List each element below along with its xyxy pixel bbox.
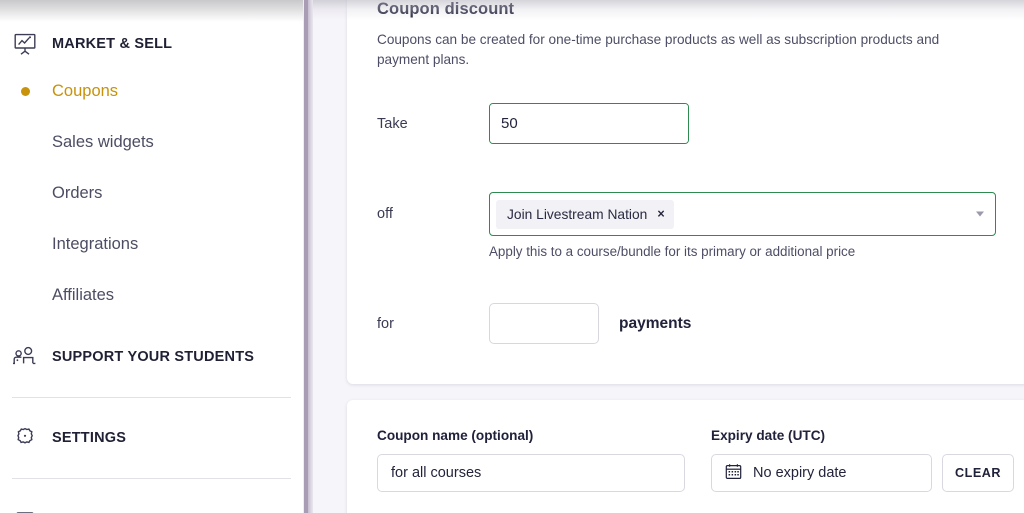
product-multiselect[interactable]: Join Livestream Nation × [489, 192, 996, 237]
payments-suffix-label: payments [619, 314, 692, 332]
card-description: Coupons can be created for one-time purc… [377, 32, 940, 67]
sidebar-section-label: SETTINGS [52, 430, 127, 446]
sidebar-item-label: Sales widgets [52, 133, 154, 151]
off-label: off [377, 206, 393, 223]
sidebar-item-integrations[interactable]: Integrations [0, 219, 303, 270]
sidebar-item-label: Coupons [52, 82, 119, 100]
expiry-date-label: Expiry date (UTC) [711, 428, 826, 443]
sidebar-item-affiliates[interactable]: Affiliates [0, 270, 303, 321]
sidebar-section-cutoff[interactable] [0, 499, 303, 513]
bullet-slot [8, 281, 42, 311]
expiry-date-value: No expiry date [753, 465, 847, 481]
take-input-group: % [489, 103, 689, 145]
coupon-name-input[interactable] [377, 454, 685, 492]
gear-icon [8, 423, 42, 453]
sidebar-section-support-students[interactable]: SUPPORT YOUR STUDENTS [0, 335, 303, 379]
coupon-details-card: Coupon name (optional) Expiry date (UTC) [347, 400, 1024, 513]
main-content: Coupon discount Coupons can be created f… [313, 0, 1024, 513]
sidebar-item-coupons[interactable]: Coupons [0, 66, 303, 117]
page-title: Coupon discount [377, 0, 515, 18]
take-amount-input[interactable] [490, 104, 688, 144]
bullet-slot [8, 230, 42, 260]
sidebar-item-sales-widgets[interactable]: Sales widgets [0, 117, 303, 168]
expiry-line: No expiry date CLEAR [711, 454, 1014, 492]
sidebar-resize-handle[interactable] [303, 0, 313, 513]
sidebar: MARKET & SELL Coupons Sales widgets Orde… [0, 0, 303, 513]
coupon-name-label: Coupon name (optional) [377, 428, 534, 443]
details-grid: Coupon name (optional) Expiry date (UTC) [377, 428, 1014, 492]
sidebar-item-orders[interactable]: Orders [0, 168, 303, 219]
chevron-down-icon[interactable] [976, 211, 984, 217]
off-row: off Join Livestream Nation × [377, 192, 1014, 237]
partial-icon [8, 506, 42, 513]
coupon-name-field: Coupon name (optional) [377, 428, 685, 492]
off-helper-text: Apply this to a course/bundle for its pr… [489, 244, 856, 260]
payments-label-prefix: for [377, 315, 394, 332]
sidebar-section-settings[interactable]: SETTINGS [0, 416, 303, 460]
calendar-icon [725, 463, 742, 484]
sidebar-section-label: MARKET & SELL [52, 36, 173, 52]
sidebar-item-label: Orders [52, 184, 103, 202]
take-row: Take % [377, 103, 1014, 145]
bullet-slot [8, 128, 42, 158]
close-icon[interactable]: × [657, 208, 664, 221]
app-root: MARKET & SELL Coupons Sales widgets Orde… [0, 0, 1024, 513]
users-group-icon [8, 342, 42, 372]
sidebar-item-label: Affiliates [52, 286, 115, 304]
chip-label: Join Livestream Nation [507, 206, 648, 222]
payments-row: for payments [377, 303, 1014, 345]
expiry-date-picker[interactable]: No expiry date [711, 454, 932, 492]
clear-expiry-button[interactable]: CLEAR [942, 454, 1014, 492]
sidebar-section-label: SUPPORT YOUR STUDENTS [52, 349, 255, 365]
sidebar-section-market-sell[interactable]: MARKET & SELL [0, 22, 303, 66]
sidebar-item-label: Integrations [52, 235, 139, 253]
take-label: Take [377, 115, 408, 132]
bullet-slot [8, 179, 42, 209]
payments-count-input[interactable] [489, 303, 599, 345]
presentation-chart-icon [8, 29, 42, 59]
active-bullet-icon [8, 77, 42, 107]
coupon-discount-card: Coupon discount Coupons can be created f… [347, 0, 1024, 384]
selected-product-chip[interactable]: Join Livestream Nation × [496, 199, 674, 229]
expiry-date-field: Expiry date (UTC) No expiry date CLEAR [711, 428, 1014, 492]
